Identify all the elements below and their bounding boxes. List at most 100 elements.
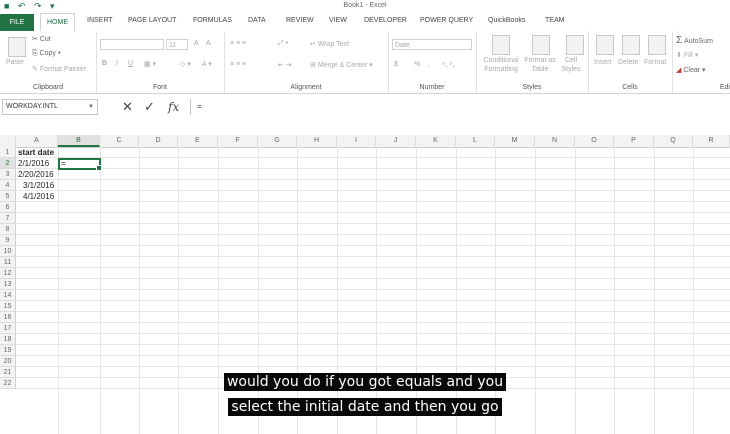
cell-styles-button[interactable]: Cell Styles bbox=[560, 56, 582, 74]
column-header-q[interactable]: Q bbox=[654, 135, 693, 147]
row-header-12[interactable]: 12 bbox=[0, 268, 16, 279]
fill-handle[interactable] bbox=[96, 165, 102, 171]
borders-icon[interactable]: ▦ ▾ bbox=[144, 60, 156, 68]
column-header-f[interactable]: F bbox=[218, 135, 258, 147]
formula-input[interactable]: = bbox=[190, 99, 730, 115]
shrink-font-button[interactable]: A bbox=[206, 40, 211, 47]
delete-button[interactable]: Delete bbox=[618, 59, 638, 66]
chevron-down-icon[interactable]: ▼ bbox=[88, 100, 94, 114]
column-header-e[interactable]: E bbox=[178, 135, 218, 147]
column-header-k[interactable]: K bbox=[416, 135, 456, 147]
column-header-r[interactable]: R bbox=[693, 135, 730, 147]
grow-font-button[interactable]: A bbox=[194, 40, 199, 47]
insert-button[interactable]: Insert bbox=[594, 59, 612, 66]
enter-icon[interactable]: ✓ bbox=[144, 99, 155, 115]
cell-a2[interactable]: 2/1/2016 bbox=[18, 158, 49, 169]
column-header-j[interactable]: J bbox=[376, 135, 416, 147]
align-left-icon[interactable]: ≡ ≡ ≡ bbox=[230, 61, 246, 68]
column-header-c[interactable]: C bbox=[100, 135, 139, 147]
currency-button[interactable]: $ bbox=[394, 61, 398, 68]
align-top-icon[interactable]: ≡ ≡ ≡ bbox=[230, 40, 246, 47]
row-header-16[interactable]: 16 bbox=[0, 312, 16, 323]
format-button[interactable]: Format bbox=[644, 59, 666, 66]
tab-quickbooks[interactable]: QuickBooks bbox=[488, 17, 525, 24]
format-cells-icon[interactable] bbox=[648, 35, 666, 55]
autosum-button[interactable]: Σ AutoSum bbox=[676, 35, 713, 46]
tab-power-query[interactable]: POWER QUERY bbox=[420, 17, 473, 24]
cell-a4[interactable]: 3/1/2016 bbox=[23, 180, 54, 191]
cancel-icon[interactable]: ✕ bbox=[122, 99, 133, 115]
tab-developer[interactable]: DEVELOPER bbox=[364, 17, 407, 24]
insert-function-icon[interactable]: fx bbox=[168, 99, 179, 115]
format-as-table-button[interactable]: Format as Table bbox=[524, 56, 556, 74]
tab-insert[interactable]: INSERT bbox=[87, 17, 113, 24]
column-header-m[interactable]: M bbox=[495, 135, 535, 147]
bold-button[interactable]: B bbox=[102, 60, 107, 67]
row-header-18[interactable]: 18 bbox=[0, 334, 16, 345]
fill-color-icon[interactable]: ◇ ▾ bbox=[180, 60, 191, 68]
select-all-corner[interactable] bbox=[0, 135, 16, 147]
column-header-i[interactable]: I bbox=[337, 135, 376, 147]
row-header-10[interactable]: 10 bbox=[0, 246, 16, 257]
tab-view[interactable]: VIEW bbox=[329, 17, 347, 24]
tab-data[interactable]: DATA bbox=[248, 17, 266, 24]
format-painter-button[interactable]: ✎ Format Painter bbox=[32, 65, 86, 73]
indent-icon[interactable]: ⇤ ⇥ bbox=[278, 61, 292, 69]
cell-a1[interactable]: start date bbox=[18, 147, 54, 158]
row-header-7[interactable]: 7 bbox=[0, 213, 16, 224]
paste-icon[interactable] bbox=[8, 37, 26, 57]
tab-page-layout[interactable]: PAGE LAYOUT bbox=[128, 17, 176, 24]
row-header-15[interactable]: 15 bbox=[0, 301, 16, 312]
row-header-1[interactable]: 1 bbox=[0, 147, 16, 158]
clear-button[interactable]: ◢ Clear ▾ bbox=[676, 66, 706, 74]
comma-button[interactable]: , bbox=[428, 61, 430, 68]
font-name-combo[interactable] bbox=[100, 39, 164, 50]
paste-button[interactable]: Paste bbox=[6, 59, 24, 66]
active-cell-b2[interactable]: = bbox=[58, 158, 102, 171]
row-header-13[interactable]: 13 bbox=[0, 279, 16, 290]
fill-button[interactable]: ⬇ Fill ▾ bbox=[676, 51, 698, 59]
row-header-19[interactable]: 19 bbox=[0, 345, 16, 356]
font-color-icon[interactable]: A ▾ bbox=[202, 60, 212, 68]
name-box[interactable]: WORKDAY.INTL ▼ bbox=[2, 99, 98, 115]
column-header-n[interactable]: N bbox=[535, 135, 575, 147]
font-size-combo[interactable]: 11 bbox=[166, 39, 188, 50]
delete-cells-icon[interactable] bbox=[622, 35, 640, 55]
cut-button[interactable]: ✂ Cut bbox=[32, 35, 51, 43]
row-header-20[interactable]: 20 bbox=[0, 356, 16, 367]
row-header-8[interactable]: 8 bbox=[0, 224, 16, 235]
column-header-a[interactable]: A bbox=[16, 135, 58, 147]
row-header-14[interactable]: 14 bbox=[0, 290, 16, 301]
orientation-icon[interactable]: ⤢ ▾ bbox=[278, 40, 289, 48]
conditional-formatting-icon[interactable] bbox=[492, 35, 510, 55]
insert-cells-icon[interactable] bbox=[596, 35, 614, 55]
italic-button[interactable]: I bbox=[116, 60, 118, 67]
row-header-11[interactable]: 11 bbox=[0, 257, 16, 268]
format-as-table-icon[interactable] bbox=[532, 35, 550, 55]
wrap-text-button[interactable]: ↵ Wrap Text bbox=[310, 40, 349, 48]
column-header-b[interactable]: B bbox=[58, 135, 100, 147]
row-header-3[interactable]: 3 bbox=[0, 169, 16, 180]
tab-home[interactable]: HOME bbox=[40, 13, 75, 32]
tab-review[interactable]: REVIEW bbox=[286, 17, 314, 24]
percent-button[interactable]: % bbox=[414, 61, 420, 68]
row-header-4[interactable]: 4 bbox=[0, 180, 16, 191]
merge-center-button[interactable]: ⊞ Merge & Center ▾ bbox=[310, 61, 373, 69]
underline-button[interactable]: U bbox=[128, 60, 133, 67]
cell-a3[interactable]: 2/20/2016 bbox=[18, 169, 54, 180]
tab-file[interactable]: FILE bbox=[0, 14, 34, 31]
tab-formulas[interactable]: FORMULAS bbox=[193, 17, 232, 24]
column-header-d[interactable]: D bbox=[139, 135, 178, 147]
column-header-h[interactable]: H bbox=[297, 135, 337, 147]
column-header-o[interactable]: O bbox=[575, 135, 614, 147]
row-header-2[interactable]: 2 bbox=[0, 158, 16, 169]
row-header-5[interactable]: 5 bbox=[0, 191, 16, 202]
number-format-combo[interactable]: Date bbox=[392, 39, 472, 50]
column-header-g[interactable]: G bbox=[258, 135, 297, 147]
row-header-9[interactable]: 9 bbox=[0, 235, 16, 246]
cell-a5[interactable]: 4/1/2016 bbox=[23, 191, 54, 202]
row-header-17[interactable]: 17 bbox=[0, 323, 16, 334]
tab-team[interactable]: TEAM bbox=[545, 17, 564, 24]
column-header-p[interactable]: P bbox=[614, 135, 654, 147]
conditional-formatting-button[interactable]: Conditional Formatting bbox=[480, 56, 522, 74]
